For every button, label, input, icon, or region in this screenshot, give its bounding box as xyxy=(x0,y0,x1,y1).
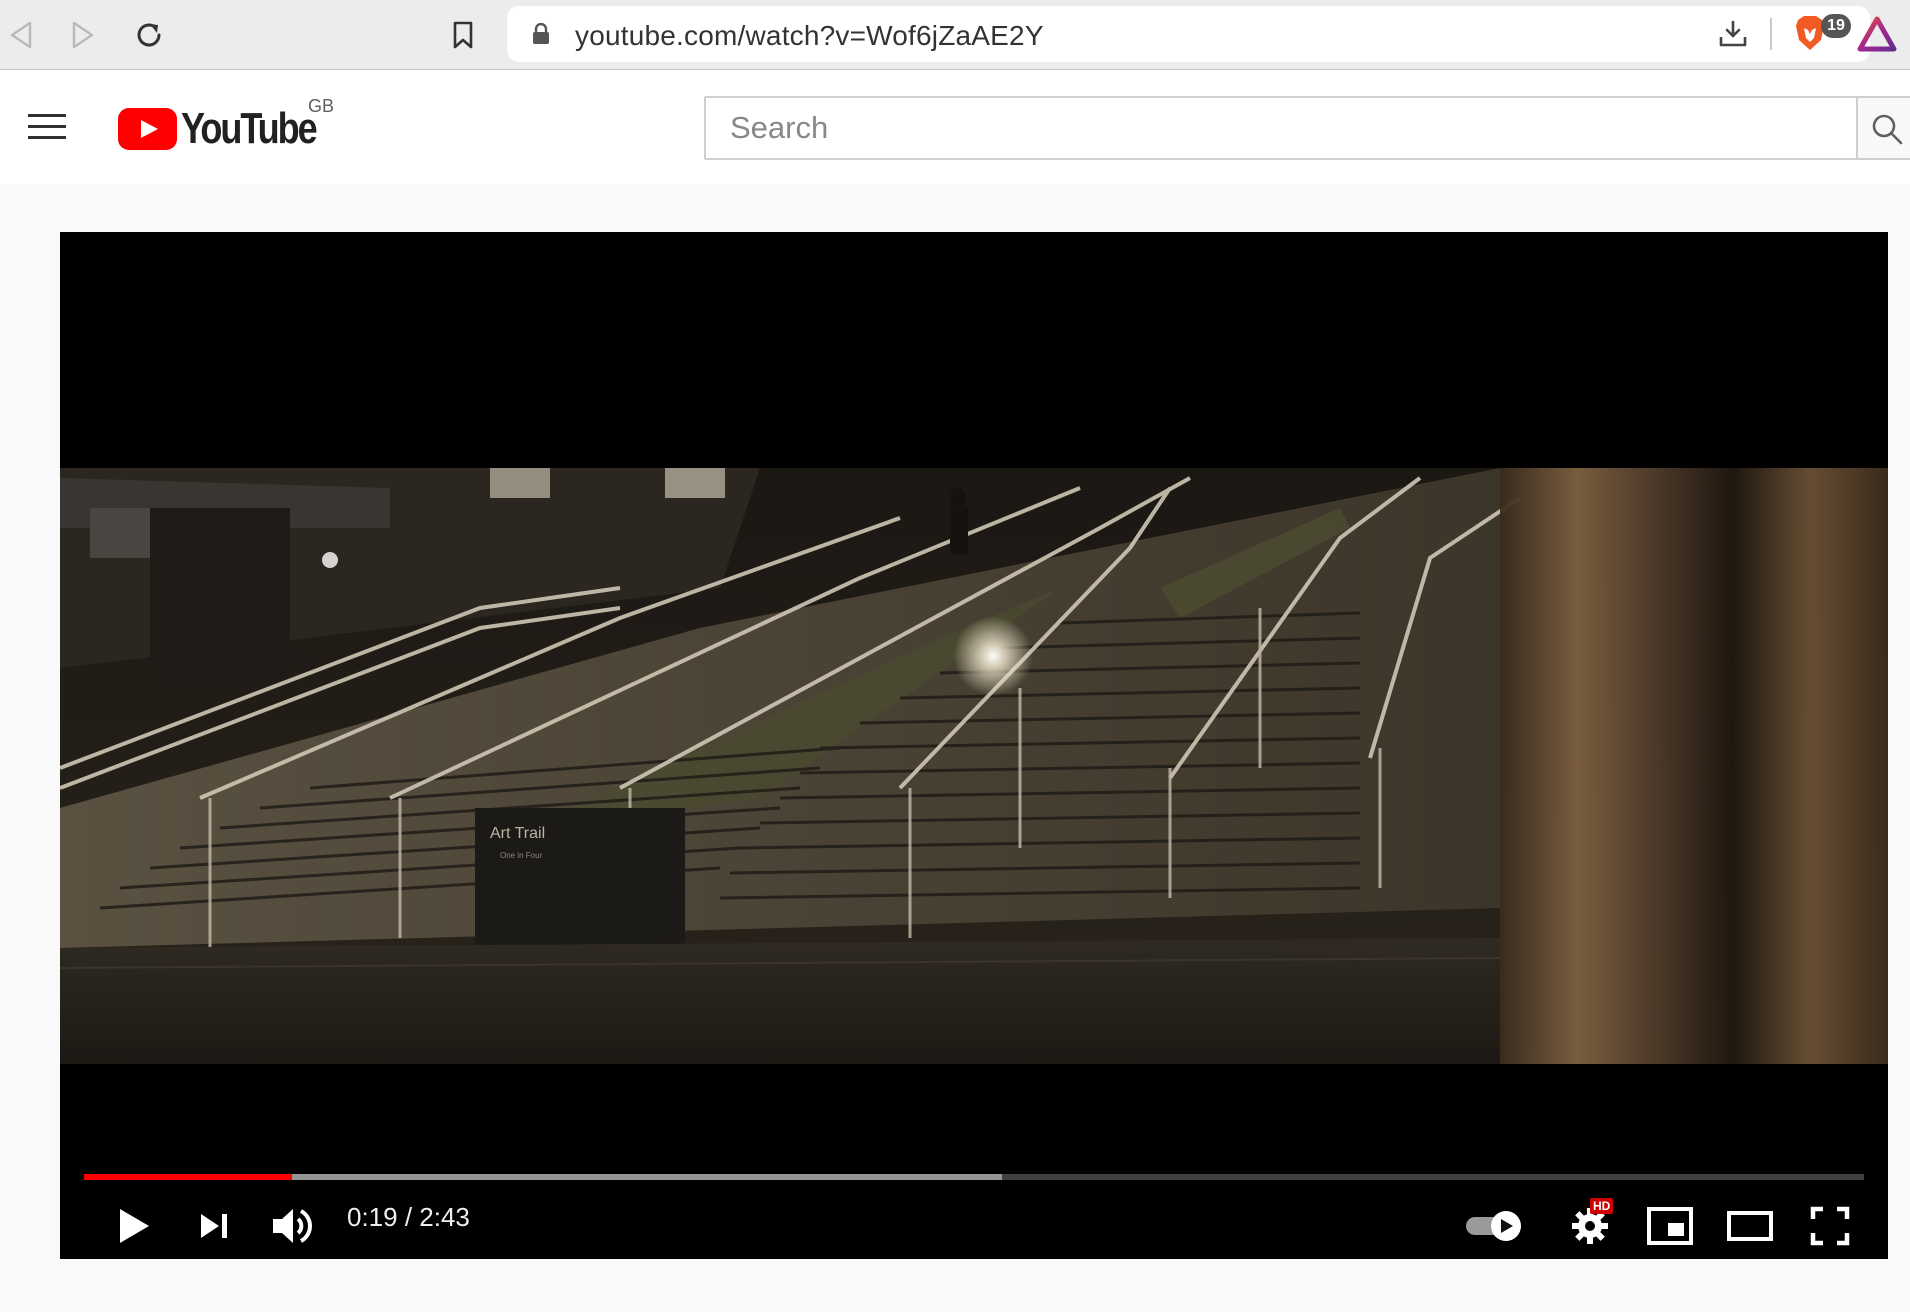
bookmark-button[interactable] xyxy=(442,14,484,56)
reload-icon xyxy=(137,23,161,47)
progress-bar[interactable] xyxy=(84,1174,1864,1180)
volume-button[interactable] xyxy=(260,1194,324,1258)
video-sign-title: Art Trail xyxy=(490,825,545,842)
video-frame[interactable]: Art Trail One in Four xyxy=(60,468,1888,1064)
theater-mode-button[interactable] xyxy=(1720,1196,1780,1256)
download-icon[interactable] xyxy=(1717,19,1749,49)
region-code: GB xyxy=(308,96,335,116)
back-icon xyxy=(10,21,32,49)
autoplay-toggle[interactable] xyxy=(1464,1204,1526,1248)
progress-played xyxy=(84,1174,293,1180)
play-button[interactable] xyxy=(104,1196,164,1256)
reload-button[interactable] xyxy=(128,14,170,56)
back-button[interactable] xyxy=(0,14,42,56)
shields-count-badge: 19 xyxy=(1821,14,1851,38)
time-separator: / xyxy=(397,1202,420,1232)
miniplayer-button[interactable] xyxy=(1640,1196,1700,1256)
video-player[interactable]: Art Trail One in Four 0:19 / 2:43 HD xyxy=(60,232,1888,1259)
search-icon xyxy=(1872,114,1903,145)
fullscreen-button[interactable] xyxy=(1800,1196,1860,1256)
forward-icon xyxy=(72,21,94,49)
current-time: 0:19 xyxy=(347,1202,398,1232)
logo-wordmark: YouTube xyxy=(181,104,318,153)
hd-quality-badge: HD xyxy=(1590,1198,1614,1214)
search-button[interactable] xyxy=(1856,96,1910,160)
url-text[interactable]: youtube.com/watch?v=Wof6jZaAE2Y xyxy=(575,20,1044,52)
next-button[interactable] xyxy=(184,1196,244,1256)
fullscreen-icon xyxy=(1810,1206,1850,1246)
brave-rewards-icon[interactable] xyxy=(1857,16,1897,52)
address-bar[interactable]: youtube.com/watch?v=Wof6jZaAE2Y 19 xyxy=(507,6,1897,62)
lock-icon xyxy=(533,23,549,44)
youtube-play-logo-icon xyxy=(118,108,177,150)
youtube-logo[interactable]: YouTube xyxy=(118,104,318,156)
search-input[interactable] xyxy=(706,98,1856,158)
video-scene-illustration: Art Trail One in Four xyxy=(60,468,1888,1064)
forward-button[interactable] xyxy=(62,14,104,56)
duration: 2:43 xyxy=(419,1202,470,1232)
next-icon xyxy=(201,1214,227,1238)
hamburger-menu-icon[interactable] xyxy=(28,111,68,143)
theater-mode-icon xyxy=(1727,1211,1773,1241)
search-box xyxy=(704,96,1856,160)
time-display: 0:19 / 2:43 xyxy=(347,1202,470,1233)
miniplayer-icon xyxy=(1647,1207,1693,1245)
volume-icon xyxy=(273,1209,312,1243)
video-sign-subtitle: One in Four xyxy=(500,851,543,860)
browser-toolbar: youtube.com/watch?v=Wof6jZaAE2Y 19 xyxy=(0,0,1910,70)
youtube-header: YouTube GB xyxy=(0,71,1910,184)
toolbar-divider xyxy=(1770,18,1772,50)
autoplay-toggle-icon xyxy=(1466,1211,1521,1241)
bookmark-icon xyxy=(453,21,473,49)
play-icon xyxy=(120,1209,149,1243)
